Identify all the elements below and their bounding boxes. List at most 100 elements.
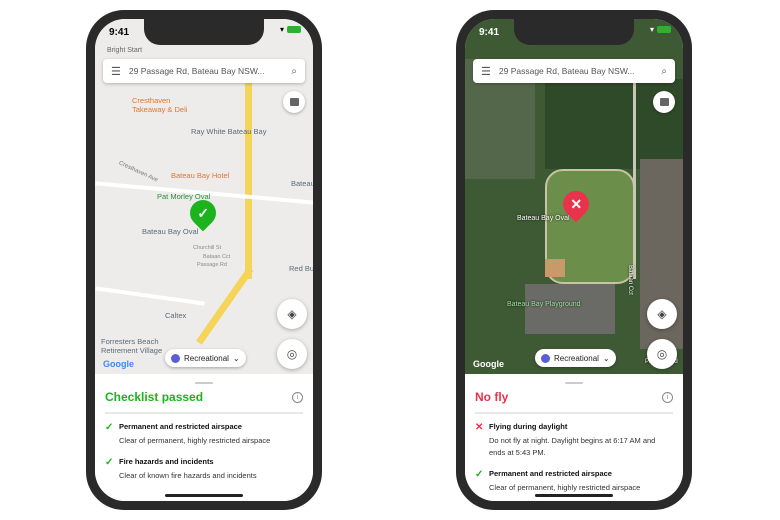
mode-label: Recreational — [184, 353, 229, 363]
mode-icon — [171, 353, 180, 363]
map-view-satellite[interactable]: Bateau Bay Oval Bateau Bay Playground Ba… — [465, 19, 683, 374]
google-logo: Google — [103, 359, 134, 369]
layers-icon: ◈ — [287, 307, 297, 321]
search-icon[interactable]: ⌕ — [661, 66, 667, 77]
check-icon: ✓ — [475, 469, 484, 480]
menu-icon[interactable]: ☰ — [111, 65, 121, 78]
check-icon: ✓ — [105, 457, 114, 468]
highway-a49-south — [196, 266, 254, 345]
car-park — [525, 284, 615, 334]
battery-icon — [657, 26, 671, 33]
checklist-item-desc: Clear of permanent, highly restricted ai… — [119, 436, 271, 445]
status-icons: ▾ — [280, 25, 301, 34]
layers-button[interactable]: ◈ — [647, 299, 677, 329]
map-label: Bateau Bay Oval — [142, 227, 199, 236]
map-label: Caltex — [165, 311, 187, 320]
map-label: Bright Start — [107, 47, 143, 54]
wifi-icon: ▾ — [279, 25, 284, 34]
map-label: Bataan Cct — [626, 265, 633, 295]
map-label: Bateau Bay Oval — [517, 215, 570, 222]
checklist-item: ✓ Permanent and restricted airspace Clea… — [105, 422, 303, 447]
status-time: 9:41 — [109, 27, 130, 38]
layers-button[interactable]: ◈ — [277, 299, 307, 329]
search-bar[interactable]: ☰ 29 Passage Rd, Bateau Bay NSW... ⌕ — [473, 59, 675, 83]
map-label: Bateau — [291, 179, 313, 188]
screen-left: 9:41 ▾ Bright Start Cresthaven Takeaway … — [95, 19, 313, 501]
checklist-item-title: Permanent and restricted airspace — [489, 469, 612, 478]
map-label: Bataan Cct — [203, 254, 231, 260]
checklist-item-title: Flying during daylight — [489, 422, 568, 431]
map-label: Retirement Village — [101, 346, 163, 355]
locate-icon: ◎ — [286, 347, 298, 361]
sheet-grab-handle[interactable] — [195, 382, 213, 384]
feedback-icon — [659, 98, 669, 106]
info-icon[interactable]: i — [662, 391, 673, 403]
feedback-icon — [289, 98, 299, 106]
search-input[interactable]: 29 Passage Rd, Bateau Bay NSW... — [129, 66, 292, 76]
feedback-button[interactable] — [283, 91, 305, 113]
road — [95, 286, 205, 306]
check-icon: ✓ — [197, 204, 209, 221]
path — [633, 79, 636, 279]
check-icon: ✓ — [105, 422, 114, 433]
mode-label: Recreational — [554, 353, 599, 363]
sheet-header: Checklist passed i — [105, 390, 303, 414]
status-time: 9:41 — [479, 27, 500, 38]
map-label: Forresters Beach — [101, 337, 159, 346]
map-label: Cresthaven — [132, 96, 171, 105]
map-label: Bateau Bay Hotel — [171, 171, 230, 180]
sheet-header: No fly i — [475, 390, 673, 414]
search-icon[interactable]: ⌕ — [291, 66, 297, 77]
checklist-item-desc: Do not fly at night. Daylight begins at … — [489, 436, 656, 457]
locate-icon: ◎ — [656, 347, 668, 361]
home-indicator[interactable] — [165, 494, 243, 497]
map-label: Ray White Bateau Bay — [191, 127, 267, 136]
flight-mode-dropdown[interactable]: Recreational ⌄ — [165, 349, 246, 367]
checklist-sheet[interactable]: No fly i ✕ Flying during daylight Do not… — [465, 374, 683, 501]
sheet-grab-handle[interactable] — [565, 382, 583, 384]
sand-area — [545, 259, 565, 277]
checklist-item-desc: Clear of permanent, highly restricted ai… — [489, 483, 641, 492]
map-view[interactable]: Bright Start Cresthaven Takeaway & Deli … — [95, 19, 313, 374]
screen-right: 9:41 ▾ Bateau Bay Oval Bateau Bay Playgr… — [465, 19, 683, 501]
phone-right: 9:41 ▾ Bateau Bay Oval Bateau Bay Playgr… — [456, 10, 692, 510]
sheet-title: Checklist passed — [105, 390, 204, 404]
checklist-item-title: Permanent and restricted airspace — [119, 422, 242, 431]
flight-mode-dropdown[interactable]: Recreational ⌄ — [535, 349, 616, 367]
battery-icon — [287, 26, 301, 33]
feedback-button[interactable] — [653, 91, 675, 113]
checklist-item: ✓ Permanent and restricted airspace Clea… — [475, 469, 673, 494]
layers-icon: ◈ — [657, 307, 667, 321]
notch — [144, 19, 264, 45]
checklist-item: ✕ Flying during daylight Do not fly at n… — [475, 422, 673, 459]
checklist-item-title: Fire hazards and incidents — [119, 457, 214, 466]
chevron-down-icon: ⌄ — [232, 353, 240, 363]
notch — [514, 19, 634, 45]
highway-a49 — [245, 79, 252, 279]
info-icon[interactable]: i — [292, 391, 303, 403]
phone-left: 9:41 ▾ Bright Start Cresthaven Takeaway … — [86, 10, 322, 510]
status-icons: ▾ — [650, 25, 671, 34]
checklist-item: ✓ Fire hazards and incidents Clear of kn… — [105, 457, 303, 482]
menu-icon[interactable]: ☰ — [481, 65, 491, 78]
map-label: Bateau Bay Playground — [507, 301, 581, 308]
locate-button[interactable]: ◎ — [647, 339, 677, 369]
map-label: Cresthaven Ave — [117, 160, 159, 184]
map-label: Passage Rd — [197, 262, 227, 268]
checklist-sheet[interactable]: Checklist passed i ✓ Permanent and restr… — [95, 374, 313, 501]
cross-icon: ✕ — [475, 422, 484, 433]
sheet-title: No fly — [475, 390, 509, 404]
wifi-icon: ▾ — [649, 25, 654, 34]
map-label: Takeaway & Deli — [132, 105, 188, 114]
checklist-item-desc: Clear of known fire hazards and incident… — [119, 471, 257, 480]
search-input[interactable]: 29 Passage Rd, Bateau Bay NSW... — [499, 66, 662, 76]
chevron-down-icon: ⌄ — [602, 353, 610, 363]
map-label: Red Bus Ser — [289, 264, 313, 273]
search-bar[interactable]: ☰ 29 Passage Rd, Bateau Bay NSW... ⌕ — [103, 59, 305, 83]
close-icon: ✕ — [570, 195, 582, 212]
home-indicator[interactable] — [535, 494, 613, 497]
map-label: Churchill St — [193, 245, 222, 251]
mode-icon — [541, 353, 550, 363]
locate-button[interactable]: ◎ — [277, 339, 307, 369]
google-logo: Google — [473, 359, 504, 369]
